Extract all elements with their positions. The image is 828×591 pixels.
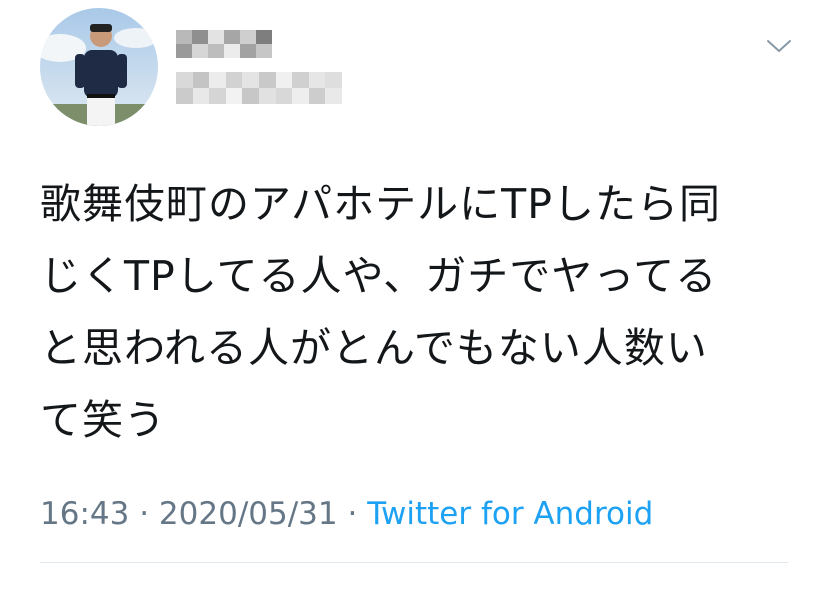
mosaic-block: [256, 44, 272, 58]
mosaic-block: [225, 88, 243, 104]
mosaic-block: [242, 72, 259, 88]
mosaic-block: [209, 72, 226, 88]
mosaic-block: [325, 72, 342, 88]
mosaic-block: [275, 72, 293, 88]
mosaic-block: [176, 88, 193, 104]
meta-separator: ·: [139, 496, 150, 532]
mosaic-block: [192, 72, 210, 88]
avatar-photo: [40, 8, 158, 126]
tweet-time[interactable]: 16:43: [40, 496, 129, 532]
mosaic-block: [192, 88, 210, 104]
user-avatar[interactable]: [40, 8, 158, 126]
mosaic-block: [256, 30, 272, 44]
mosaic-block: [192, 30, 208, 44]
mosaic-block: [240, 44, 256, 58]
tweet-source-link[interactable]: Twitter for Android: [367, 496, 653, 532]
mosaic-block: [308, 72, 326, 88]
mosaic-block: [176, 44, 192, 58]
user-name-pixelated[interactable]: [176, 30, 272, 58]
mosaic-block: [225, 72, 243, 88]
mosaic-block: [176, 72, 193, 88]
tweet-text: 歌舞伎町のアパホテルにTPしたら同 じくTPしてる人や、ガチでヤってる と思われ…: [40, 180, 721, 444]
divider: [40, 562, 788, 563]
mosaic-block: [176, 30, 192, 44]
mosaic-block: [292, 88, 309, 104]
mosaic-block: [192, 44, 208, 58]
mosaic-block: [224, 30, 240, 44]
chevron-down-icon[interactable]: [766, 38, 792, 54]
mosaic-block: [240, 30, 256, 44]
mosaic-block: [259, 88, 276, 104]
mosaic-block: [208, 30, 224, 44]
mosaic-block: [209, 88, 226, 104]
user-handle-pixelated: [176, 72, 342, 104]
meta-separator: ·: [347, 496, 358, 532]
mosaic-block: [242, 88, 259, 104]
tweet-date[interactable]: 2020/05/31: [159, 496, 338, 532]
mosaic-block: [325, 88, 342, 104]
tweet-meta: 16:43 · 2020/05/31 · Twitter for Android: [40, 494, 653, 534]
mosaic-block: [259, 72, 276, 88]
mosaic-block: [292, 72, 309, 88]
mosaic-block: [275, 88, 293, 104]
mosaic-block: [208, 44, 224, 58]
mosaic-block: [224, 44, 240, 58]
mosaic-block: [308, 88, 326, 104]
